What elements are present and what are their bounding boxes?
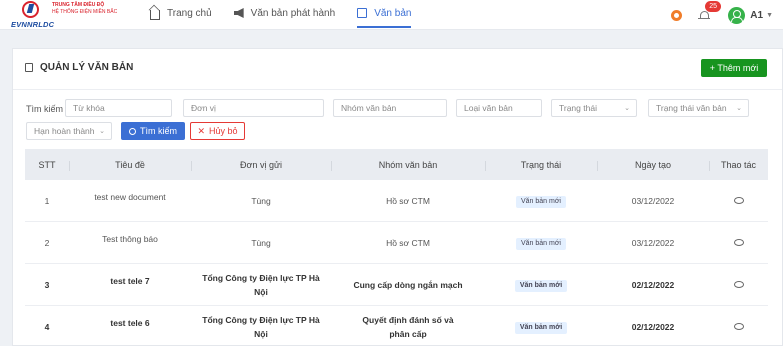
row-title[interactable]: test tele 7 — [69, 274, 191, 288]
search-label: Tìm kiếm : — [26, 104, 68, 114]
logo-org-line2: HỆ THỐNG ĐIỆN MIỀN BẮC — [52, 9, 118, 15]
row-created-date: 02/12/2022 — [631, 321, 675, 332]
main-nav: Trang chủ Văn bản phát hành Văn bản — [150, 0, 433, 30]
megaphone-icon — [233, 8, 244, 18]
row-title[interactable]: Test thông báo — [69, 232, 191, 246]
column-header-actions: Thao tác — [709, 158, 768, 172]
document-type-input[interactable]: Loại văn bản — [456, 99, 542, 117]
row-actions — [709, 320, 768, 334]
row-actions — [709, 194, 768, 208]
status-select[interactable]: Trạng thái ⌄ — [551, 99, 637, 117]
add-new-button[interactable]: + Thêm mới — [701, 59, 767, 77]
row-title[interactable]: test new document — [69, 190, 191, 204]
deadline-select-text: Hạn hoàn thành — [34, 126, 95, 136]
row-created-date: 03/12/2022 — [631, 237, 675, 248]
logo-org-line1: TRUNG TÂM ĐIỀU ĐỘ — [52, 2, 105, 8]
table-row[interactable]: 2 Test thông báo Tùng Hồ sơ CTM Văn bản … — [25, 222, 768, 264]
nav-published-documents[interactable]: Văn bản phát hành — [233, 0, 336, 28]
row-status: Văn bản mới — [485, 193, 597, 208]
document-status-select[interactable]: Trạng thái văn bản ⌄ — [648, 99, 749, 117]
row-document-group: Quyết định đánh số và phân cấp — [362, 314, 454, 339]
comment-icon[interactable] — [733, 238, 744, 246]
book-icon — [25, 63, 33, 72]
row-sender-unit: Tùng — [251, 195, 271, 206]
notification-badge: 25 — [705, 0, 722, 12]
row-stt: 4 — [44, 321, 50, 332]
evn-logo[interactable]: TRUNG TÂM ĐIỀU ĐỘ HỆ THỐNG ĐIỆN MIỀN BẮC… — [8, 1, 138, 29]
avatar[interactable] — [728, 6, 746, 24]
table-row[interactable]: 3 test tele 7 Tổng Công ty Điện lực TP H… — [25, 264, 768, 306]
row-status: Văn bản mới — [485, 319, 597, 334]
table-header: STT Tiêu đề Đơn vị gửi Nhóm văn bản Trạn… — [25, 149, 768, 180]
nav-documents-label: Văn bản — [374, 7, 412, 19]
row-sender-unit: Tổng Công ty Điện lực TP Hà Nội — [202, 314, 320, 339]
cancel-button-label: Hủy bỏ — [209, 126, 238, 136]
search-button-label: Tìm kiếm — [140, 126, 177, 136]
status-badge: Văn bản mới — [514, 280, 568, 292]
header-actions: 25 A1 ▼ — [671, 0, 773, 30]
keyword-input[interactable]: Từ khóa — [65, 99, 172, 117]
comment-icon[interactable] — [733, 196, 744, 204]
logo-brand-name: EVNNRLDC — [11, 20, 55, 29]
row-sender-unit: Tổng Công ty Điện lực TP Hà Nội — [202, 272, 320, 297]
column-header-sender-unit: Đơn vị gửi — [191, 158, 331, 172]
row-document-group: Hồ sơ CTM — [386, 237, 430, 248]
row-created-date: 02/12/2022 — [631, 279, 675, 290]
search-icon — [129, 127, 136, 135]
status-badge: Văn bản mới — [514, 322, 568, 334]
comment-icon[interactable] — [733, 280, 744, 288]
row-status: Văn bản mới — [485, 277, 597, 292]
row-status: Văn bản mới — [485, 235, 597, 250]
column-header-title: Tiêu đề — [69, 158, 191, 172]
table-row[interactable]: 1 test new document Tùng Hồ sơ CTM Văn b… — [25, 180, 768, 222]
row-stt: 3 — [44, 279, 50, 290]
book-icon — [357, 8, 368, 18]
page-title-text: QUẢN LÝ VĂN BẢN — [40, 62, 134, 73]
chevron-down-icon: ⌄ — [624, 105, 630, 112]
chevron-down-icon[interactable]: ▼ — [766, 12, 773, 19]
row-actions — [709, 278, 768, 292]
close-icon: ✕ — [197, 125, 205, 136]
column-header-stt: STT — [38, 159, 56, 170]
column-header-document-group: Nhóm văn bản — [331, 158, 485, 172]
row-stt: 2 — [44, 237, 50, 248]
user-name[interactable]: A1 — [750, 10, 763, 21]
cancel-button[interactable]: ✕ Hủy bỏ — [190, 122, 245, 140]
row-title[interactable]: test tele 6 — [69, 316, 191, 330]
table-row[interactable]: 4 test tele 6 Tổng Công ty Điện lực TP H… — [25, 306, 768, 346]
nav-documents[interactable]: Văn bản — [357, 0, 412, 28]
status-select-text: Trạng thái — [559, 103, 597, 113]
nav-home-label: Trang chủ — [167, 7, 212, 19]
evn-emblem-icon — [22, 1, 39, 18]
row-sender-unit: Tùng — [251, 237, 271, 248]
documents-table: STT Tiêu đề Đơn vị gửi Nhóm văn bản Trạn… — [25, 149, 768, 346]
page-title: QUẢN LÝ VĂN BẢN — [25, 62, 133, 73]
status-badge: Văn bản mới — [515, 196, 566, 208]
home-icon — [150, 10, 160, 20]
chevron-down-icon: ⌄ — [736, 105, 742, 112]
row-stt: 1 — [44, 195, 50, 206]
document-group-input[interactable]: Nhóm văn bản — [333, 99, 447, 117]
divider — [13, 89, 782, 90]
unit-input[interactable]: Đơn vị — [183, 99, 324, 117]
document-status-select-text: Trạng thái văn bản — [656, 103, 727, 113]
status-badge: Văn bản mới — [515, 238, 566, 250]
document-management-card: QUẢN LÝ VĂN BẢN + Thêm mới Tìm kiếm : Từ… — [12, 48, 783, 346]
row-created-date: 03/12/2022 — [631, 195, 675, 206]
nav-published-label: Văn bản phát hành — [250, 7, 336, 19]
search-button[interactable]: Tìm kiếm — [121, 122, 185, 140]
column-header-created-date: Ngày tạo — [597, 158, 709, 172]
lifebuoy-icon[interactable] — [671, 9, 683, 21]
top-navbar: TRUNG TÂM ĐIỀU ĐỘ HỆ THỐNG ĐIỆN MIỀN BẮC… — [0, 0, 783, 30]
column-header-status: Trạng thái — [485, 158, 597, 172]
notification-bell-icon[interactable]: 25 — [698, 0, 722, 21]
nav-home[interactable]: Trang chủ — [150, 0, 212, 28]
chevron-down-icon: ⌄ — [99, 128, 105, 135]
deadline-select[interactable]: Hạn hoàn thành ⌄ — [26, 122, 112, 140]
comment-icon[interactable] — [733, 322, 744, 330]
row-document-group: Cung cấp dòng ngắn mạch — [353, 279, 463, 290]
row-actions — [709, 236, 768, 250]
row-document-group: Hồ sơ CTM — [386, 195, 430, 206]
